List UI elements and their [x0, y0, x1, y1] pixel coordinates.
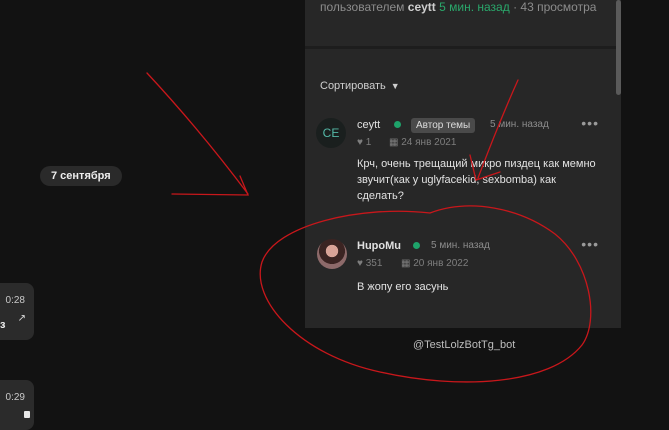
annotation-arrow	[477, 79, 519, 179]
annotation-overlay	[146, 72, 592, 383]
annotation-circle	[259, 205, 592, 383]
annotation-arrow	[146, 72, 249, 195]
